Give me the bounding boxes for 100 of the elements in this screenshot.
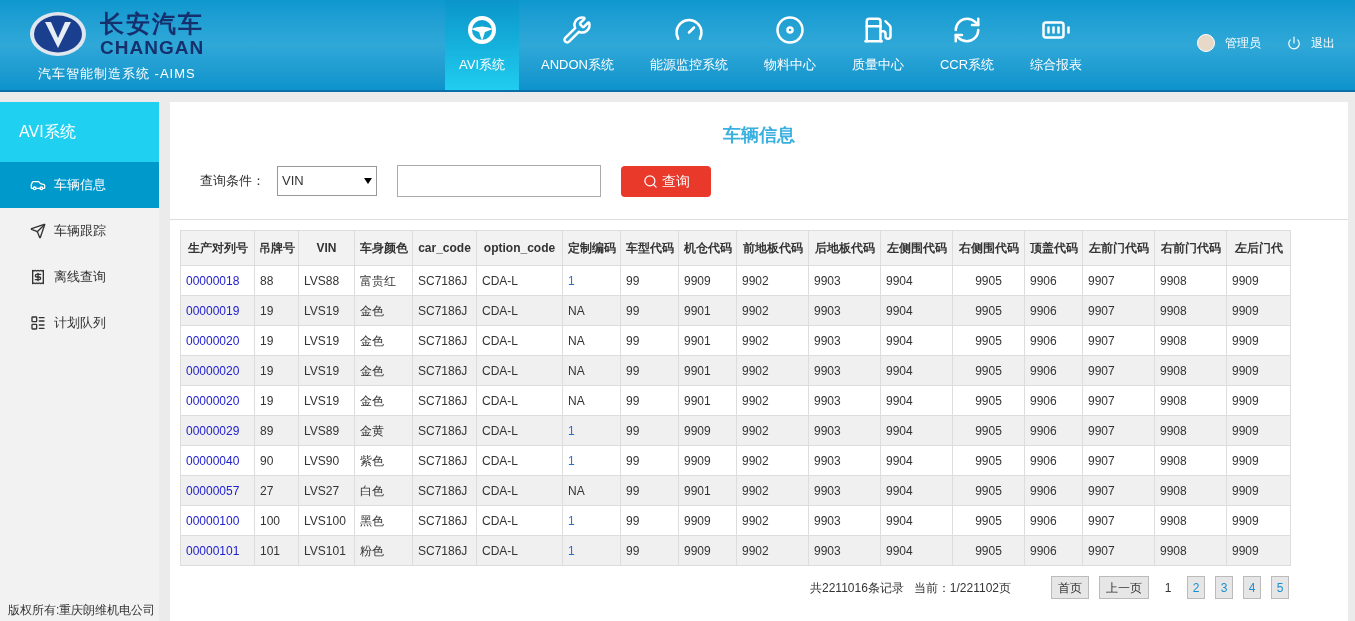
serial-link[interactable]: 00000100: [180, 505, 255, 536]
table-cell: 9903: [808, 475, 881, 506]
page-button[interactable]: 1: [1159, 576, 1177, 599]
table-cell: 9902: [736, 445, 809, 476]
serial-link[interactable]: 00000018: [180, 265, 255, 296]
serial-link[interactable]: 00000101: [180, 535, 255, 566]
table-cell: 9903: [808, 535, 881, 566]
table-cell: 9905: [952, 325, 1025, 356]
table-cell: 99: [620, 475, 679, 506]
serial-link[interactable]: 00000057: [180, 475, 255, 506]
search-button[interactable]: 查询: [621, 165, 711, 197]
column-header: 车身颜色: [354, 230, 413, 266]
table-cell: LVS101: [298, 535, 355, 566]
record-summary: 共2211016条记录 当前：1/221102页: [810, 579, 1011, 597]
table-cell: 9907: [1082, 445, 1155, 476]
table-cell: 9907: [1082, 535, 1155, 566]
table-cell: 黑色: [354, 505, 413, 536]
table-cell: SC7186J: [412, 355, 477, 386]
column-header: 生产对列号: [180, 230, 255, 266]
table-cell: 9904: [880, 355, 953, 386]
table-cell: 9905: [952, 505, 1025, 536]
table-cell: CDA-L: [476, 535, 563, 566]
table-cell: 9901: [678, 325, 737, 356]
serial-link[interactable]: 00000019: [180, 295, 255, 326]
table-cell: 9906: [1024, 415, 1083, 446]
table-cell: 9909: [678, 505, 737, 536]
table-cell: NA: [562, 475, 621, 506]
serial-link[interactable]: 00000020: [180, 325, 255, 356]
table-cell: 9905: [952, 415, 1025, 446]
table-cell: 9908: [1154, 415, 1227, 446]
table-cell: 1: [562, 265, 621, 296]
table-cell: 9908: [1154, 475, 1227, 506]
table-cell: CDA-L: [476, 505, 563, 536]
table-cell: 金黄: [354, 415, 413, 446]
table-cell: NA: [562, 385, 621, 416]
table-cell: SC7186J: [412, 385, 477, 416]
serial-link[interactable]: 00000020: [180, 355, 255, 386]
table-cell: LVS100: [298, 505, 355, 536]
table-cell: NA: [562, 325, 621, 356]
column-header: 机仓代码: [678, 230, 737, 266]
table-cell: 9902: [736, 325, 809, 356]
table-cell: LVS88: [298, 265, 355, 296]
table-cell: 紫色: [354, 445, 413, 476]
prev-page-button[interactable]: 上一页: [1099, 576, 1149, 599]
column-header: 右侧围代码: [952, 230, 1025, 266]
table-cell: 101: [254, 535, 299, 566]
table-cell: 金色: [354, 295, 413, 326]
table-cell: 金色: [354, 325, 413, 356]
column-header: 左侧围代码: [880, 230, 953, 266]
sidebar-item[interactable]: 车辆跟踪: [0, 208, 159, 254]
table-cell: SC7186J: [412, 505, 477, 536]
serial-link[interactable]: 00000020: [180, 385, 255, 416]
table-cell: 99: [620, 385, 679, 416]
column-header: 右前门代码: [1154, 230, 1227, 266]
table-cell: 9903: [808, 355, 881, 386]
table-cell: 金色: [354, 385, 413, 416]
table-cell: 99: [620, 535, 679, 566]
table-cell: SC7186J: [412, 325, 477, 356]
table-cell: 白色: [354, 475, 413, 506]
system-subtitle: 汽车智能制造系统 -AIMS: [38, 65, 197, 83]
table-cell: 9903: [808, 445, 881, 476]
table-cell: 9907: [1082, 415, 1155, 446]
table-cell: 9909: [1226, 415, 1291, 446]
serial-link[interactable]: 00000029: [180, 415, 255, 446]
table-cell: SC7186J: [412, 535, 477, 566]
first-page-button[interactable]: 首页: [1051, 576, 1089, 599]
table-cell: 9905: [952, 265, 1025, 296]
column-header: 前地板代码: [736, 230, 809, 266]
steering-wheel-icon: [467, 15, 497, 46]
table-cell: 9901: [678, 475, 737, 506]
table-cell: 9907: [1082, 355, 1155, 386]
table-cell: 9904: [880, 475, 953, 506]
table-cell: 9902: [736, 265, 809, 296]
brand-name-latin: CHANGAN: [100, 37, 205, 57]
table-cell: 99: [620, 505, 679, 536]
table-cell: NA: [562, 355, 621, 386]
table-cell: CDA-L: [476, 415, 563, 446]
table-cell: 9904: [880, 445, 953, 476]
column-header: car_code: [412, 230, 477, 266]
search-field[interactable]: [397, 165, 601, 197]
table-cell: 9902: [736, 505, 809, 536]
serial-link[interactable]: 00000040: [180, 445, 255, 476]
copyright-text: 版权所有:重庆朗维机电公司: [7, 602, 157, 619]
table-cell: 金色: [354, 355, 413, 386]
column-header: 车型代码: [620, 230, 679, 266]
table-cell: 9905: [952, 355, 1025, 386]
table-cell: 9905: [952, 385, 1025, 416]
table-cell: 9905: [952, 445, 1025, 476]
table-cell: 9907: [1082, 475, 1155, 506]
table-cell: 9901: [678, 295, 737, 326]
sidebar-item[interactable]: 离线查询: [0, 254, 159, 300]
table-cell: 9903: [808, 325, 881, 356]
column-header: VIN: [298, 230, 355, 266]
sidebar-item[interactable]: 计划队列: [0, 300, 159, 346]
table-cell: 9909: [678, 445, 737, 476]
table-cell: 9902: [736, 295, 809, 326]
table-cell: 9909: [1226, 325, 1291, 356]
condition-select[interactable]: VIN: [277, 166, 377, 196]
column-header: 后地板代码: [808, 230, 881, 266]
table-cell: 9906: [1024, 325, 1083, 356]
